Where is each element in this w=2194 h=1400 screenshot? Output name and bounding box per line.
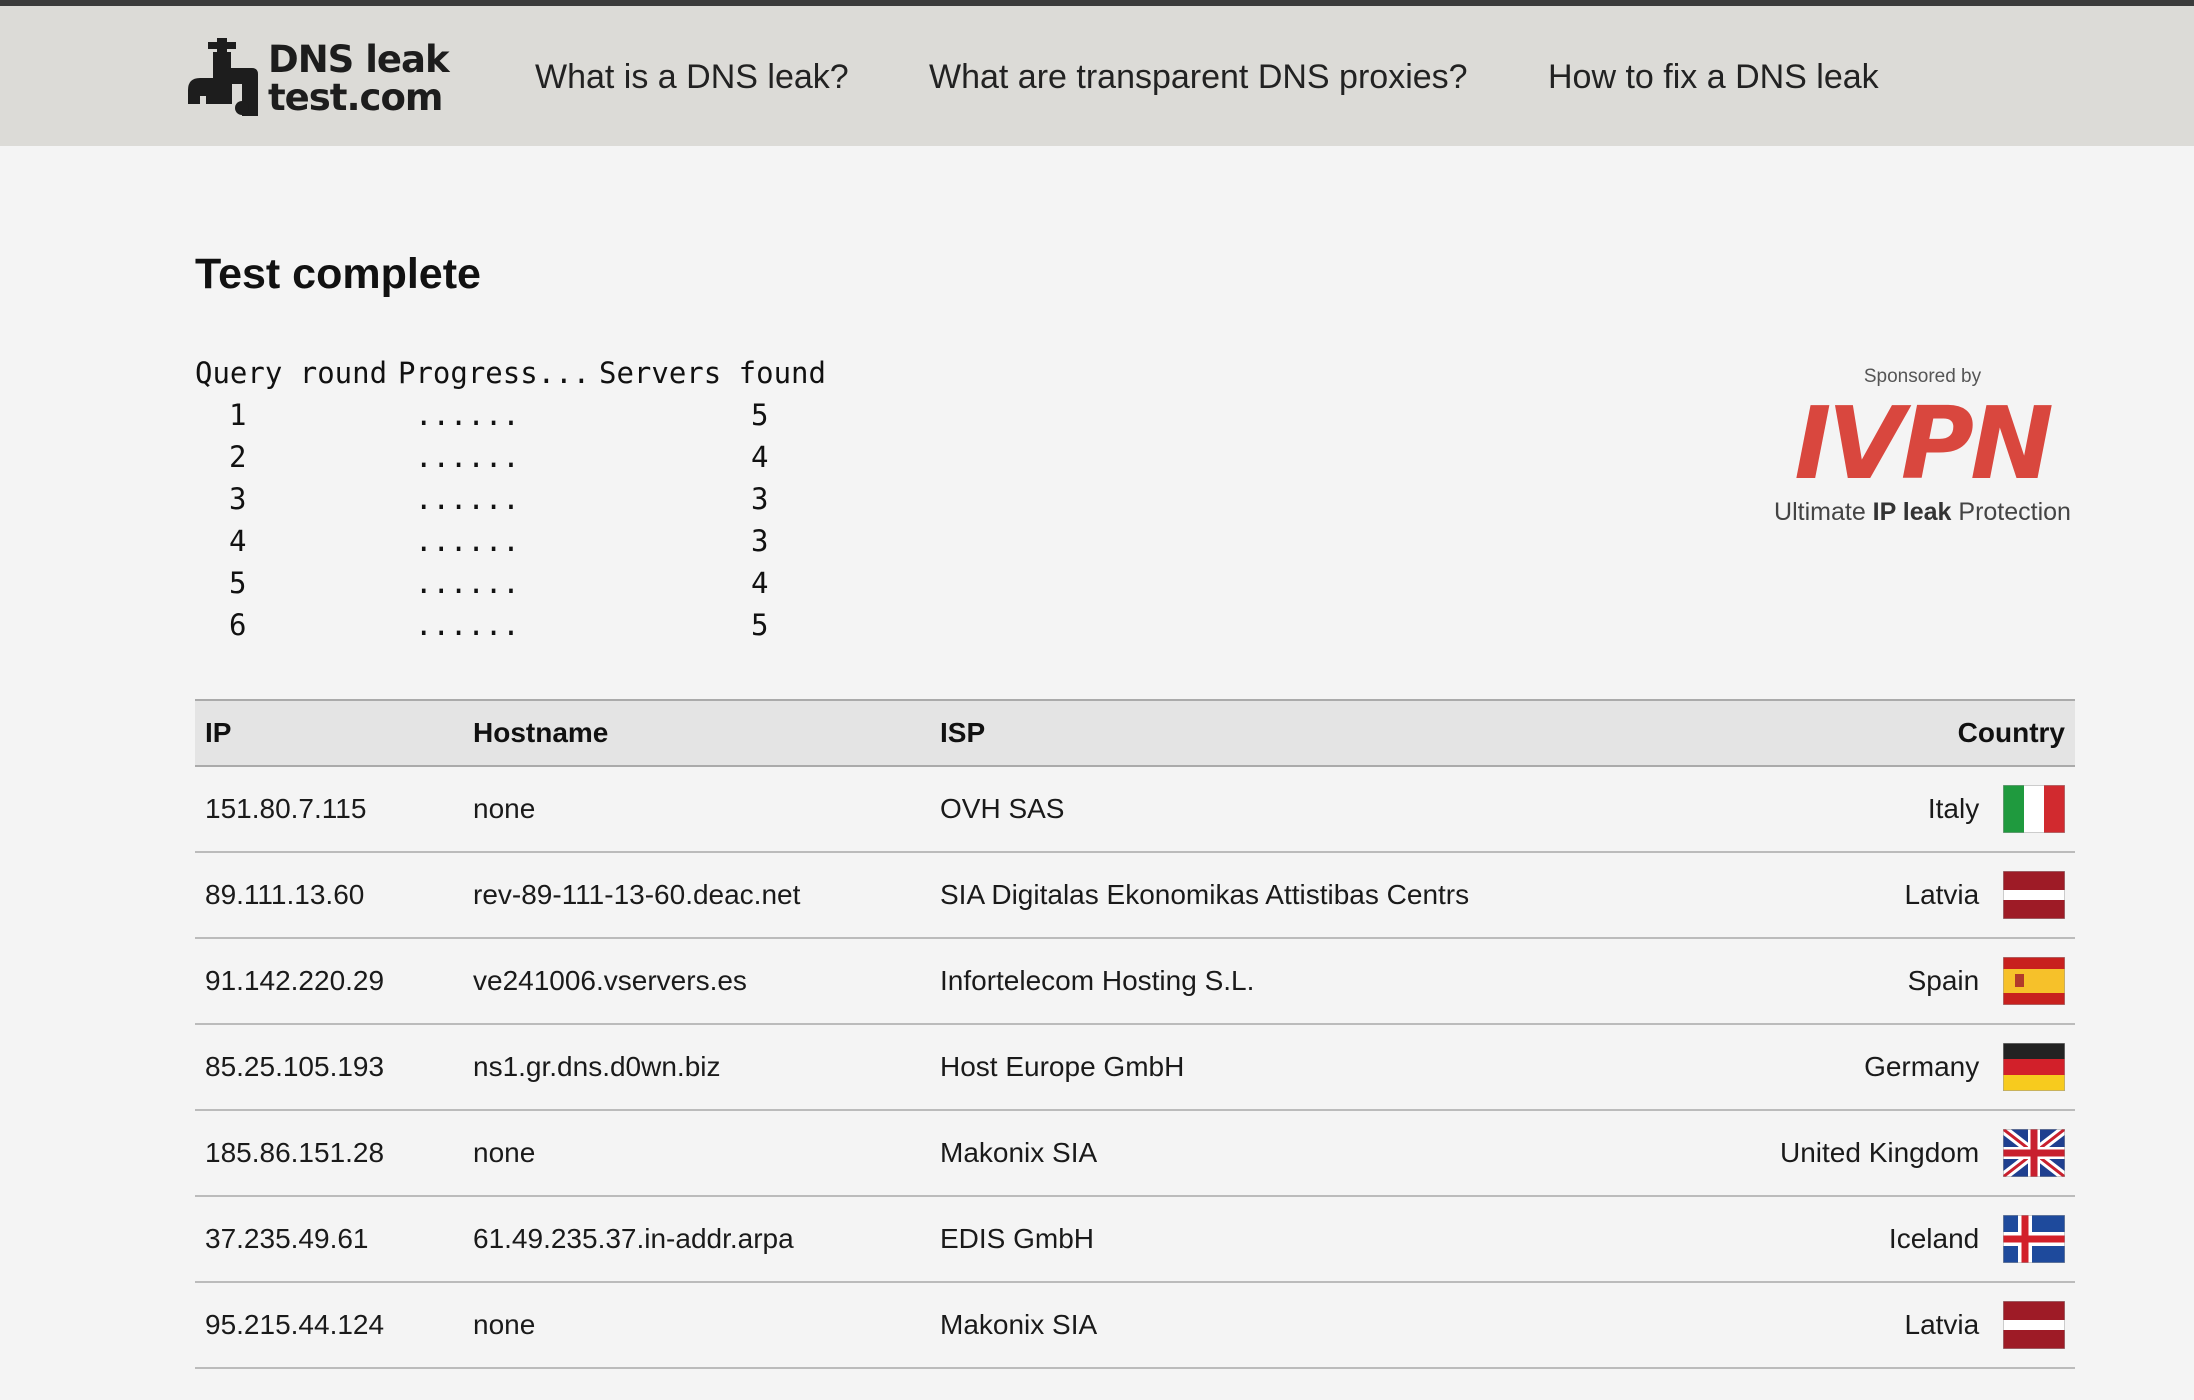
logo-text-line1: DNS leak	[268, 38, 450, 81]
sponsor-tagline: Ultimate IP leak Protection	[1774, 498, 2071, 526]
country-name: Germany	[1864, 1051, 1980, 1082]
column-header-country: Country	[1630, 699, 2075, 767]
cell-hostname: 61.49.235.37.in-addr.arpa	[463, 1196, 930, 1283]
dns-servers-table: IP Hostname ISP Country 151.80.7.115 non…	[195, 699, 2075, 1369]
latvia-flag-icon	[2003, 1301, 2065, 1349]
progress-round: 5	[229, 566, 247, 600]
cell-ip: 91.142.220.29	[195, 938, 463, 1025]
progress-header-servers: Servers found	[599, 356, 826, 390]
sponsor-label: Sponsored by	[1863, 366, 1982, 387]
cell-isp: Infortelecom Hosting S.L.	[930, 938, 1630, 1025]
progress-servers: 5	[751, 608, 769, 642]
table-row: 89.111.13.60 rev-89-111-13-60.deac.net S…	[195, 852, 2075, 939]
cell-isp: OVH SAS	[930, 766, 1630, 853]
cell-ip: 185.86.151.28	[195, 1110, 463, 1197]
italy-flag-icon	[2003, 785, 2065, 833]
table-row: 95.215.44.124 none Makonix SIA Latvia	[195, 1282, 2075, 1369]
cell-hostname: ve241006.vservers.es	[463, 938, 930, 1025]
cell-ip: 89.111.13.60	[195, 852, 463, 939]
cell-isp: Makonix SIA	[930, 1110, 1630, 1197]
germany-flag-icon	[2003, 1043, 2065, 1091]
progress-round: 3	[229, 482, 247, 516]
cell-country: Spain	[1630, 938, 2075, 1025]
progress-round: 4	[229, 524, 247, 558]
nav-link-what-is-dns-leak[interactable]: What is a DNS leak?	[535, 58, 849, 97]
latvia-flag-icon	[2003, 871, 2065, 919]
progress-round: 1	[229, 398, 247, 432]
progress-header-round: Query round	[195, 356, 388, 390]
faucet-icon	[188, 38, 258, 116]
cell-isp: SIA Digitalas Ekonomikas Attistibas Cent…	[930, 852, 1630, 939]
cell-ip: 151.80.7.115	[195, 766, 463, 853]
cell-hostname: ns1.gr.dns.d0wn.biz	[463, 1024, 930, 1111]
progress-servers: 4	[751, 440, 769, 474]
column-header-ip: IP	[195, 699, 463, 767]
top-navigation-bar: DNS leak test.com What is a DNS leak? Wh…	[0, 0, 2194, 146]
sponsor-banner[interactable]: Sponsored by IVPN Ultimate IP leak Prote…	[1770, 366, 2075, 536]
page-title: Test complete	[195, 250, 481, 298]
table-row: 91.142.220.29 ve241006.vservers.es Infor…	[195, 938, 2075, 1025]
column-header-isp: ISP	[930, 699, 1630, 767]
country-name: Spain	[1907, 965, 1980, 996]
progress-round: 6	[229, 608, 247, 642]
spain-flag-icon	[2003, 957, 2065, 1005]
progress-dots: ......	[415, 566, 520, 600]
nav-link-how-to-fix[interactable]: How to fix a DNS leak	[1548, 58, 1879, 97]
iceland-flag-icon	[2003, 1215, 2065, 1263]
cell-country: Iceland	[1630, 1196, 2075, 1283]
country-name: Latvia	[1904, 879, 1980, 910]
country-name: Italy	[1927, 793, 1980, 824]
progress-servers: 5	[751, 398, 769, 432]
table-row: 85.25.105.193 ns1.gr.dns.d0wn.biz Host E…	[195, 1024, 2075, 1111]
table-header-row: IP Hostname ISP Country	[195, 699, 2075, 767]
cell-country: Italy	[1630, 766, 2075, 853]
progress-servers: 4	[751, 566, 769, 600]
cell-country: Germany	[1630, 1024, 2075, 1111]
cell-country: Latvia	[1630, 1282, 2075, 1369]
cell-country: Latvia	[1630, 852, 2075, 939]
cell-isp: Makonix SIA	[930, 1282, 1630, 1369]
country-name: Latvia	[1904, 1309, 1980, 1340]
nav-link-transparent-dns-proxies[interactable]: What are transparent DNS proxies?	[929, 58, 1468, 97]
site-logo[interactable]: DNS leak test.com	[186, 36, 451, 122]
progress-dots: ......	[415, 524, 520, 558]
uk-flag-icon	[2003, 1129, 2065, 1177]
country-name: Iceland	[1888, 1223, 1980, 1254]
progress-round: 2	[229, 440, 247, 474]
progress-dots: ......	[415, 440, 520, 474]
cell-hostname: none	[463, 1282, 930, 1369]
table-row: 151.80.7.115 none OVH SAS Italy	[195, 766, 2075, 853]
cell-ip: 85.25.105.193	[195, 1024, 463, 1111]
progress-header-progress: Progress...	[398, 356, 591, 390]
progress-dots: ......	[415, 608, 520, 642]
progress-dots: ......	[415, 398, 520, 432]
progress-servers: 3	[751, 482, 769, 516]
country-name: United Kingdom	[1779, 1137, 1980, 1168]
progress-dots: ......	[415, 482, 520, 516]
column-header-hostname: Hostname	[463, 699, 930, 767]
table-row: 185.86.151.28 none Makonix SIA United Ki…	[195, 1110, 2075, 1197]
cell-ip: 37.235.49.61	[195, 1196, 463, 1283]
cell-isp: EDIS GmbH	[930, 1196, 1630, 1283]
ivpn-logo: IVPN	[1794, 396, 2055, 491]
cell-ip: 95.215.44.124	[195, 1282, 463, 1369]
logo-text-line2: test.com	[268, 76, 443, 119]
table-row: 37.235.49.61 61.49.235.37.in-addr.arpa E…	[195, 1196, 2075, 1283]
cell-hostname: none	[463, 1110, 930, 1197]
ivpn-logo-text: IVPN	[1794, 396, 2052, 491]
cell-hostname: rev-89-111-13-60.deac.net	[463, 852, 930, 939]
cell-hostname: none	[463, 766, 930, 853]
cell-isp: Host Europe GmbH	[930, 1024, 1630, 1111]
cell-country: United Kingdom	[1630, 1110, 2075, 1197]
progress-servers: 3	[751, 524, 769, 558]
